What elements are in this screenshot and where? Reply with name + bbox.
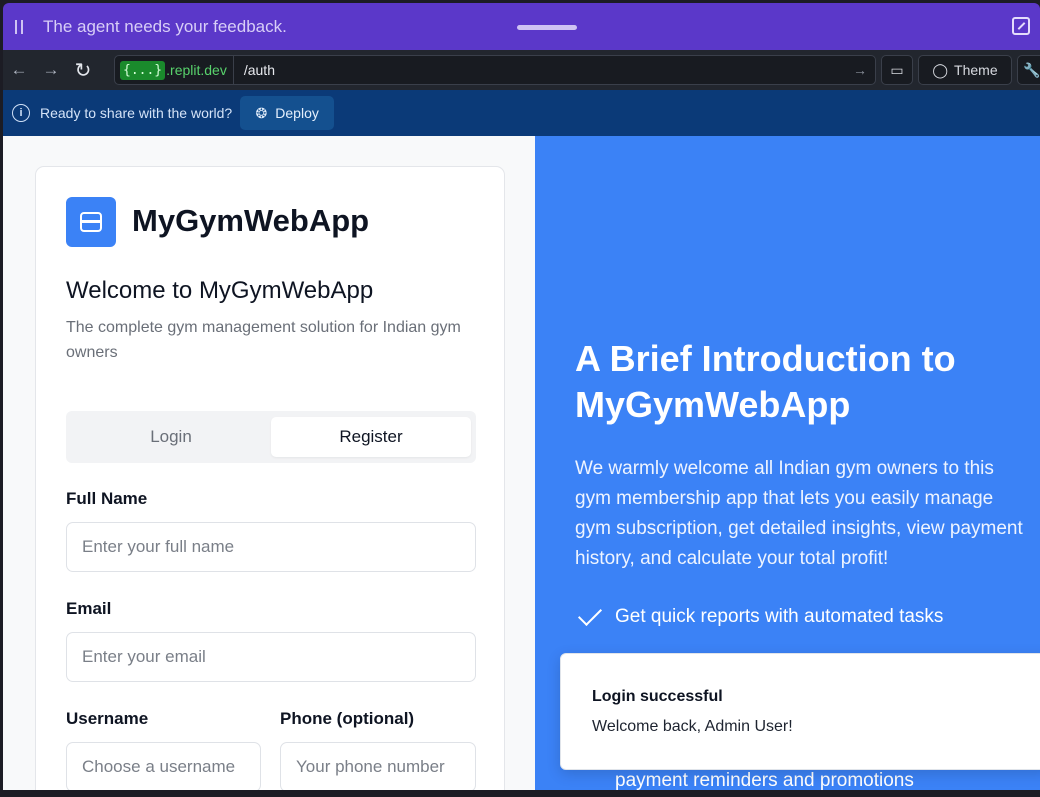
auth-card: MyGymWebApp Welcome to MyGymWebApp The c…	[35, 166, 505, 790]
auth-pane: MyGymWebApp Welcome to MyGymWebApp The c…	[3, 136, 535, 790]
welcome-subtitle: The complete gym management solution for…	[66, 319, 461, 361]
full-name-input[interactable]	[66, 522, 476, 572]
palette-icon: ◯	[932, 61, 949, 78]
intro-title: A Brief Introduction to MyGymWebApp	[575, 338, 956, 425]
email-label: Email	[66, 599, 112, 618]
browser-toolbar: ← → ↻ {...} .replit.dev /auth → ▭ ◯ Them…	[3, 50, 1040, 90]
username-label: Username	[66, 709, 149, 728]
phone-label: Phone (optional)	[280, 709, 415, 728]
welcome-heading: Welcome to MyGymWebApp	[66, 277, 374, 304]
drag-handle[interactable]	[517, 25, 577, 30]
page-content: MyGymWebApp Welcome to MyGymWebApp The c…	[3, 136, 1040, 790]
theme-button[interactable]: ◯ Theme	[918, 55, 1012, 85]
deploy-button[interactable]: ❂ Deploy	[240, 96, 335, 130]
phone-input[interactable]	[280, 742, 476, 790]
full-name-label: Full Name	[66, 489, 148, 508]
deploy-banner: i Ready to share with the world? ❂ Deplo…	[3, 90, 1040, 136]
url-path[interactable]: /auth	[244, 62, 275, 78]
url-divider	[232, 55, 234, 85]
deploy-icon: ❂	[255, 104, 268, 121]
agent-feedback-bar: The agent needs your feedback.	[3, 3, 1040, 50]
forward-arrow-icon[interactable]: →	[35, 50, 67, 90]
refresh-icon[interactable]: ↻	[67, 50, 99, 90]
auth-tabs: Login Register	[66, 411, 476, 463]
toast-title: Login successful	[592, 688, 723, 705]
email-input[interactable]	[66, 632, 476, 682]
intro-text: We warmly welcome all Indian gym owners …	[575, 458, 1023, 569]
gym-logo-icon	[66, 197, 116, 247]
domain-text: .replit.dev	[166, 62, 227, 78]
tab-register[interactable]: Register	[271, 417, 471, 457]
check-icon	[577, 601, 603, 627]
app-name: MyGymWebApp	[132, 203, 370, 238]
theme-label: Theme	[954, 62, 998, 78]
monitor-icon[interactable]: ▭	[881, 55, 913, 85]
feature-text: Get quick reports with automated tasks	[615, 606, 944, 627]
deploy-message: Ready to share with the world?	[40, 105, 233, 121]
toast-notification[interactable]: Login successful Welcome back, Admin Use…	[560, 653, 1040, 770]
domain-chip: {...}	[120, 60, 166, 80]
app-frame: The agent needs your feedback. ← → ↻ {..…	[0, 0, 1040, 797]
pause-icon[interactable]	[3, 3, 35, 50]
deploy-label: Deploy	[275, 105, 319, 121]
username-input[interactable]	[66, 742, 261, 790]
toast-message: Welcome back, Admin User!	[592, 718, 793, 735]
info-icon: i	[12, 104, 30, 122]
wrench-icon[interactable]: 🔧	[1017, 55, 1040, 85]
go-arrow-icon[interactable]: →	[853, 62, 867, 78]
back-arrow-icon[interactable]: ←	[3, 50, 35, 90]
tab-login[interactable]: Login	[71, 417, 271, 457]
url-bar[interactable]: {...} .replit.dev /auth →	[114, 55, 876, 85]
feature-item: Get quick reports with automated tasks	[575, 601, 944, 628]
feature-text: payment reminders and promotions	[615, 770, 914, 790]
popout-icon[interactable]	[1012, 17, 1030, 35]
agent-message: The agent needs your feedback.	[43, 16, 287, 36]
